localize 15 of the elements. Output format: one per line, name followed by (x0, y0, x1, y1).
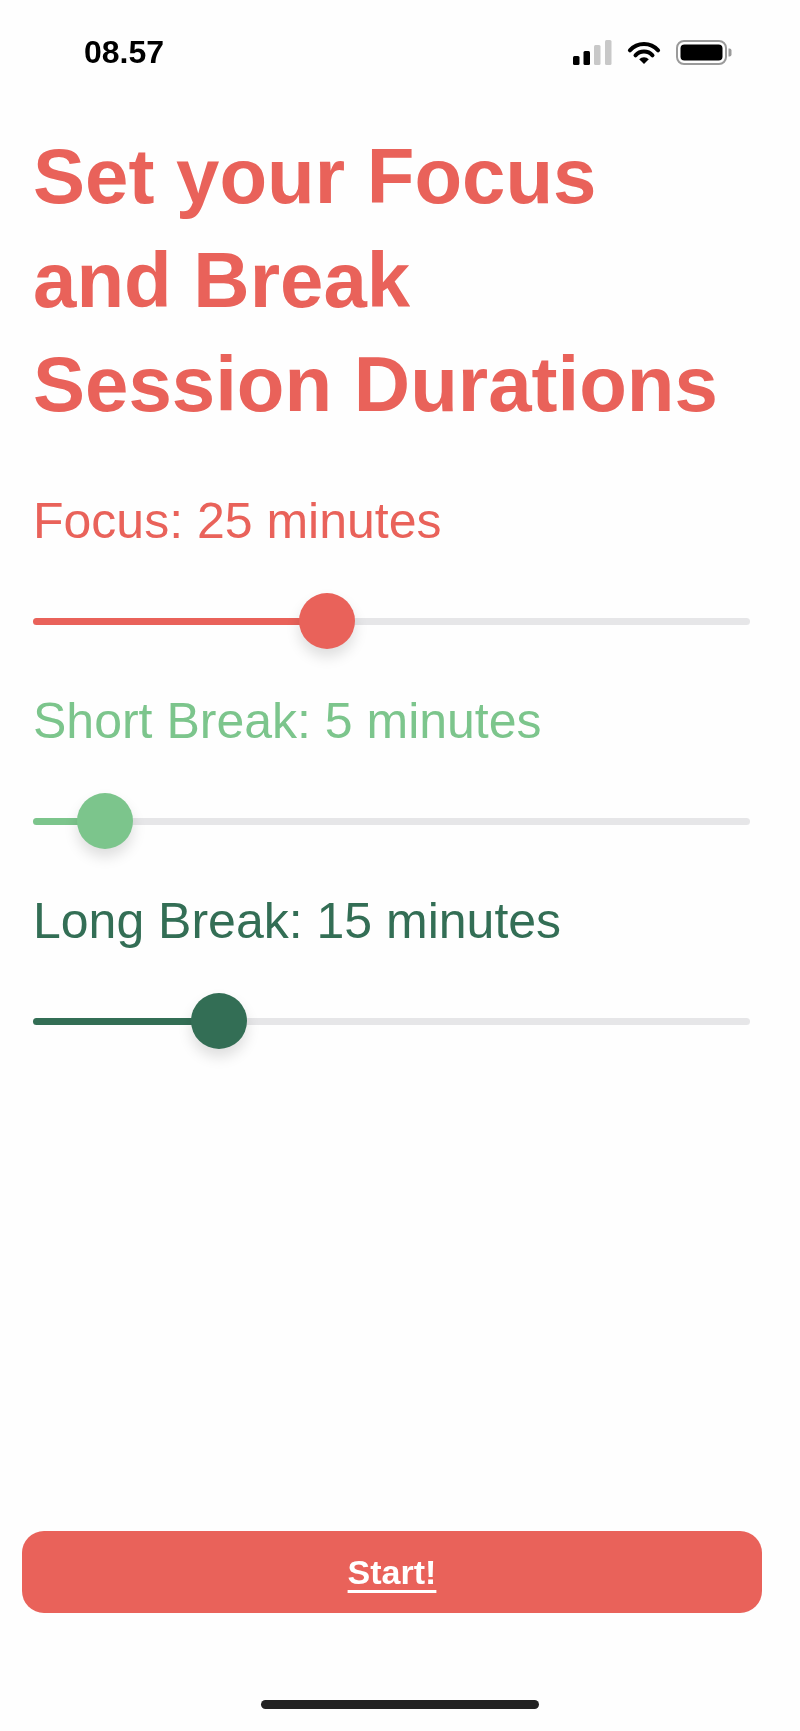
signal-icon (573, 39, 612, 65)
slider-thumb[interactable] (298, 593, 355, 649)
slider-track[interactable] (33, 793, 750, 849)
start-button[interactable]: Start! (22, 1531, 762, 1613)
slider-track[interactable] (33, 593, 750, 649)
slider-thumb[interactable] (76, 793, 133, 849)
wifi-icon (627, 39, 661, 65)
slider-thumb[interactable] (191, 993, 248, 1049)
slider-label: Short Break: 5 minutes (33, 692, 542, 751)
battery-icon (676, 39, 732, 65)
slider-label: Focus: 25 minutes (33, 492, 442, 551)
page-title: Set your Focus and Break Session Durations (33, 131, 718, 430)
slider-label: Long Break: 15 minutes (33, 892, 562, 951)
status-time: 08.57 (84, 36, 165, 68)
slider-track[interactable] (33, 993, 750, 1049)
